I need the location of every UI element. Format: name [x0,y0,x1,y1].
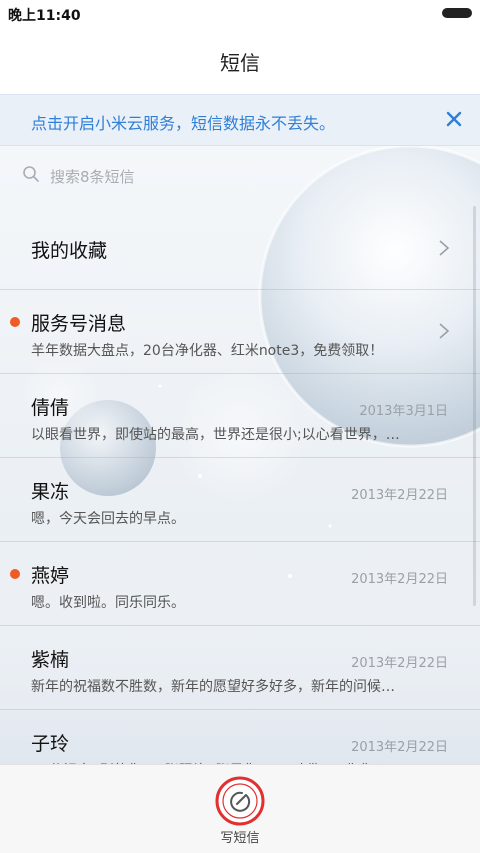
unread-dot [10,569,20,579]
bottom-bar: 写短信 [0,764,480,853]
conversation-preview: 新年的祝福数不胜数，新年的愿望好多好多，新年的问候… [31,679,395,695]
scrollbar[interactable] [473,206,476,606]
conversation-name: 倩倩 [31,397,70,419]
messages-app: 晚上11:40 短信 点击开启小米云服务，短信数据永不丢失。 搜索8条短信 我的… [0,0,480,853]
search-bar[interactable]: 搜索8条短信 [0,146,480,206]
list-item[interactable]: 果冻 2013年2月22日 嗯，今天会回去的早点。 [0,458,480,542]
conversation-name: 我的收藏 [31,240,108,262]
search-input[interactable]: 搜索8条短信 [50,166,135,187]
page-title: 短信 [220,51,260,75]
cloud-banner[interactable]: 点击开启小米云服务，短信数据永不丢失。 [0,94,480,146]
unread-dot [10,317,20,327]
list-item[interactable]: 服务号消息 羊年数据大盘点，20台净化器、红米note3，免费领取！ [0,290,480,374]
conversation-date: 2013年2月22日 [351,572,448,587]
conversation-preview: 嗯，今天会回去的早点。 [31,511,185,527]
conversation-date: 2013年2月22日 [351,488,448,503]
conversation-preview: 以眼看世界，即使站的最高，世界还是很小;以心看世界，… [31,427,400,443]
conversation-date: 2013年3月1日 [359,404,448,419]
conversation-name: 紫楠 [31,649,70,671]
conversation-preview: 嗯。收到啦。同乐同乐。 [31,595,185,611]
list-item[interactable]: 紫楠 2013年2月22日 新年的祝福数不胜数，新年的愿望好多好多，新年的问候… [0,626,480,710]
conversation-preview: 羊年数据大盘点，20台净化器、红米note3，免费领取！ [31,343,384,359]
status-time: 晚上11:40 [8,8,81,24]
compose-icon[interactable] [215,776,265,826]
list-item[interactable]: 倩倩 2013年3月1日 以眼看世界，即使站的最高，世界还是很小;以心看世界，… [0,374,480,458]
status-bar: 晚上11:40 [0,0,480,28]
conversation-name: 果冻 [31,481,70,503]
list-item[interactable]: 我的收藏 [0,206,480,290]
conversation-list: 我的收藏 服务号消息 羊年数据大盘点，20台净化器、红米note3，免费领取！ … [0,206,480,794]
battery-icon [442,8,472,18]
compose-button-label[interactable]: 写短信 [0,827,480,846]
conversation-name: 服务号消息 [31,313,127,335]
title-bar: 短信 [0,28,480,94]
chevron-right-icon [439,240,450,256]
search-icon[interactable] [22,165,40,183]
list-item[interactable]: 燕婷 2013年2月22日 嗯。收到啦。同乐同乐。 [0,542,480,626]
conversation-name: 燕婷 [31,565,70,587]
conversation-date: 2013年2月22日 [351,656,448,671]
cloud-banner-text[interactable]: 点击开启小米云服务，短信数据永不丢失。 [31,110,335,134]
close-icon[interactable] [442,107,466,131]
conversation-date: 2013年2月22日 [351,740,448,755]
conversation-name: 子玲 [31,733,70,755]
chevron-right-icon [439,323,450,339]
